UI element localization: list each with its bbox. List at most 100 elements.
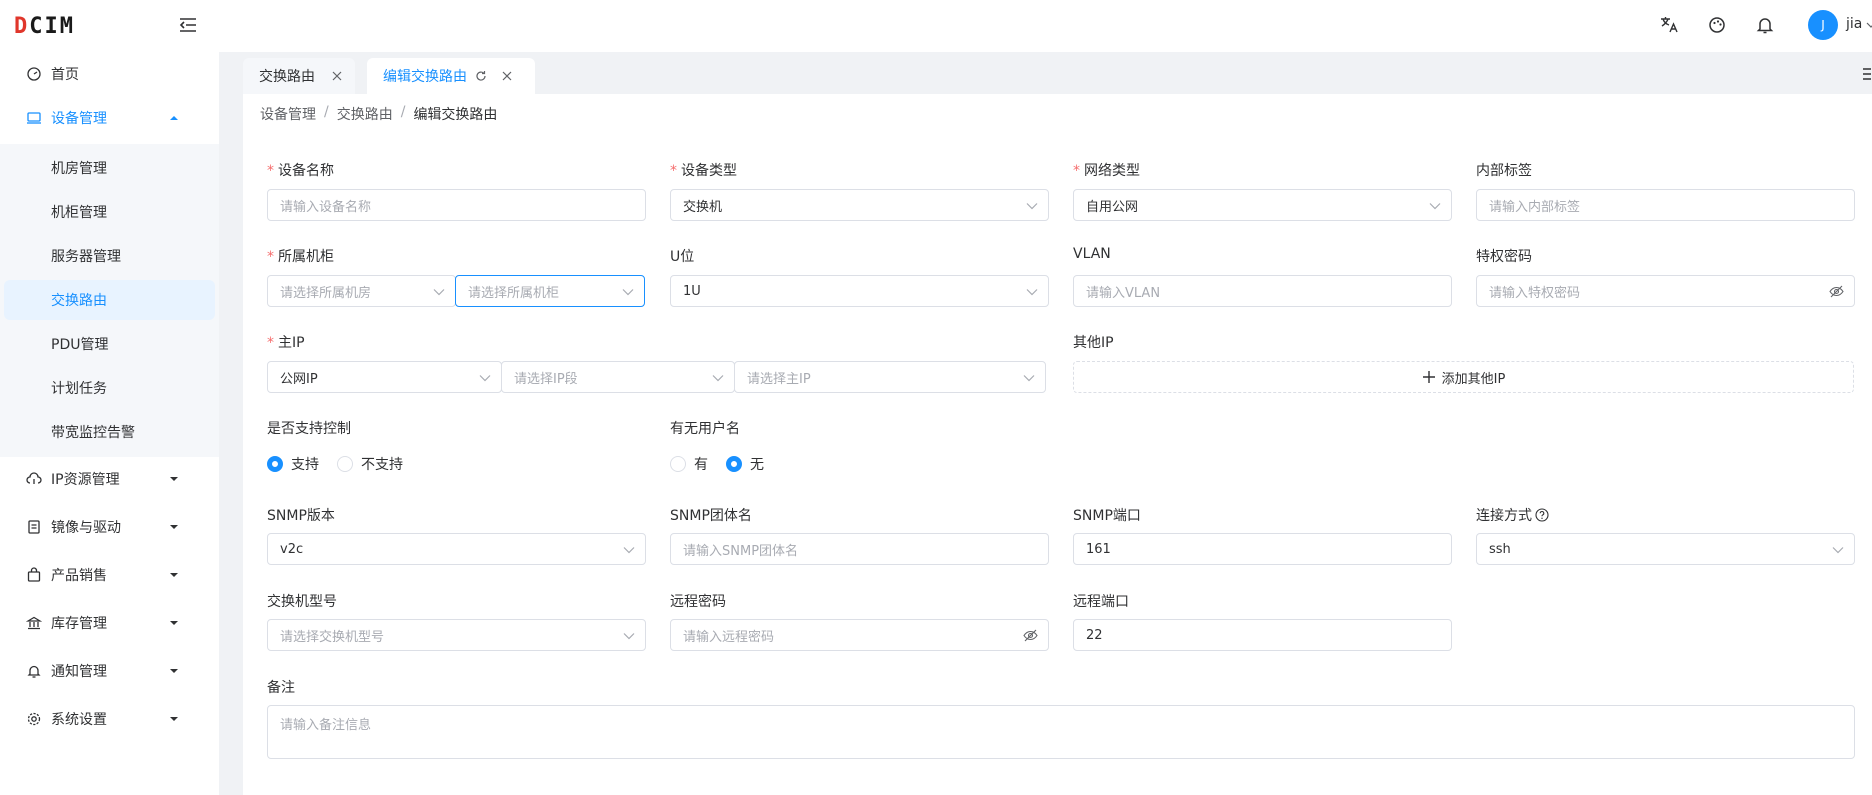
remote-port-label: 远程端口 [1073,594,1129,610]
snmp-version-select[interactable]: v2c [267,533,646,565]
cabinet-label: * 所属机柜 [267,249,334,265]
internal-tag-input[interactable]: 请输入内部标签 [1476,189,1855,221]
eye-off-icon[interactable] [1023,629,1038,642]
close-icon[interactable] [331,70,343,82]
breadcrumb-item[interactable]: 设备管理 [260,104,316,124]
sidebar-subitem-bandwidth-alert[interactable]: 带宽监控告警 [0,412,219,452]
snmp-version-label: SNMP版本 [267,508,335,524]
switch-model-select[interactable]: 请选择交换机型号 [267,619,646,651]
connection-select[interactable]: ssh [1476,533,1855,565]
refresh-icon[interactable] [475,70,487,82]
sidebar-subitem-pdu[interactable]: PDU管理 [0,324,219,364]
collapse-menu-icon[interactable] [178,15,198,35]
translate-icon[interactable] [1658,14,1680,36]
remote-password-label: 远程密码 [670,594,726,610]
chevron-down-icon [622,289,634,296]
add-other-ip-button[interactable]: 添加其他IP [1073,361,1854,393]
sidebar-item-system-settings[interactable]: 系统设置 [0,697,219,741]
snmp-community-input[interactable]: 请输入SNMP团体名 [670,533,1049,565]
avatar[interactable]: J [1808,10,1838,40]
tab-switch-router[interactable]: 交换路由 [243,58,355,94]
ip-type-select[interactable]: 公网IP [267,361,502,393]
question-circle-icon[interactable] [1535,508,1549,522]
room-select[interactable]: 请选择所属机房 [267,275,456,307]
chevron-down-icon [1026,203,1038,210]
sidebar-subitem-server[interactable]: 服务器管理 [0,236,219,276]
device-name-label: * 设备名称 [267,163,334,179]
network-type-select[interactable]: 自用公网 [1073,189,1452,221]
device-type-select[interactable]: 交换机 [670,189,1049,221]
tab-label: 编辑交换路由 [383,69,467,85]
sidebar-subitem-label: 计划任务 [51,381,107,397]
has-username-label: 有无用户名 [670,421,740,437]
connection-label: 连接方式 [1476,505,1549,525]
sidebar-subitem-room[interactable]: 机房管理 [0,148,219,188]
device-type-label: * 设备类型 [670,163,737,179]
chevron-down-icon [623,633,635,640]
tab-edit-switch-router[interactable]: 编辑交换路由 [367,58,535,94]
sidebar-item-product-sales[interactable]: 产品销售 [0,553,219,597]
sidebar-item-inventory[interactable]: 库存管理 [0,601,219,645]
caret-down-icon [170,717,178,721]
sidebar-subitem-label: PDU管理 [51,337,109,353]
sidebar-item-devices[interactable]: 设备管理 [0,96,219,140]
sidebar: 首页 设备管理 机房管理 机柜管理 服务器管理 交换路由 PDU管理 计划任务 … [0,52,219,795]
caret-down-icon [170,525,178,529]
sidebar-item-images-drivers[interactable]: 镜像与驱动 [0,505,219,549]
sidebar-item-home[interactable]: 首页 [0,52,219,96]
close-icon[interactable] [501,70,513,82]
radio-not-support[interactable]: 不支持 [337,454,403,474]
chevron-down-icon [479,375,491,382]
eye-off-icon[interactable] [1829,285,1844,298]
control-support-label: 是否支持控制 [267,421,351,437]
snmp-port-input[interactable]: 161 [1073,533,1452,565]
caret-down-icon [170,621,178,625]
chevron-down-icon [1832,547,1844,554]
control-support-radio-group: 支持 不支持 [267,454,421,474]
ip-segment-select[interactable]: 请选择IP段 [501,361,735,393]
sidebar-subitem-label: 服务器管理 [51,249,121,265]
network-type-label: * 网络类型 [1073,163,1140,179]
top-header: DCIM J jia [0,0,1872,52]
remote-password-input[interactable]: 请输入远程密码 [670,619,1049,651]
other-ip-label: 其他IP [1073,335,1114,351]
u-position-label: U位 [670,249,695,265]
sidebar-subitem-label: 带宽监控告警 [51,425,135,441]
vlan-label: VLAN [1073,246,1111,262]
chevron-down-icon [623,547,635,554]
logo: DCIM [14,14,75,39]
bank-icon [26,616,42,630]
chevron-down-icon [433,289,445,296]
sidebar-subitem-cabinet[interactable]: 机柜管理 [0,192,219,232]
sidebar-item-label: IP资源管理 [51,472,120,488]
sidebar-subitem-switch-router[interactable]: 交换路由 [4,280,215,320]
breadcrumb-item[interactable]: 交换路由 [337,104,393,124]
device-name-input[interactable]: 请输入设备名称 [267,189,646,221]
remark-textarea[interactable]: 请输入备注信息 [267,705,1855,759]
bell-icon [27,665,41,678]
sidebar-item-label: 设备管理 [51,111,107,127]
sidebar-item-notifications[interactable]: 通知管理 [0,649,219,693]
username[interactable]: jia [1846,16,1862,32]
vlan-input[interactable]: 请输入VLAN [1073,275,1452,307]
radio-yes[interactable]: 有 [670,454,708,474]
main-ip-select[interactable]: 请选择主IP [734,361,1046,393]
remark-label: 备注 [267,680,295,696]
radio-no[interactable]: 无 [726,454,764,474]
cabinet-select[interactable]: 请选择所属机柜 [455,275,645,307]
remote-port-input[interactable]: 22 [1073,619,1452,651]
caret-up-icon [170,116,178,120]
radio-support[interactable]: 支持 [267,454,319,474]
more-vertical-icon[interactable] [1862,66,1872,82]
file-icon [28,520,40,534]
theme-palette-icon[interactable] [1706,14,1728,36]
chevron-down-icon[interactable] [1866,20,1872,30]
bell-icon[interactable] [1754,14,1776,36]
cloud-icon [26,472,42,484]
snmp-community-label: SNMP团体名 [670,508,752,524]
chevron-down-icon [1023,375,1035,382]
sidebar-subitem-scheduled-tasks[interactable]: 计划任务 [0,368,219,408]
privilege-password-input[interactable]: 请输入特权密码 [1476,275,1855,307]
u-position-select[interactable]: 1U [670,275,1049,307]
sidebar-item-ip-resources[interactable]: IP资源管理 [0,457,219,501]
